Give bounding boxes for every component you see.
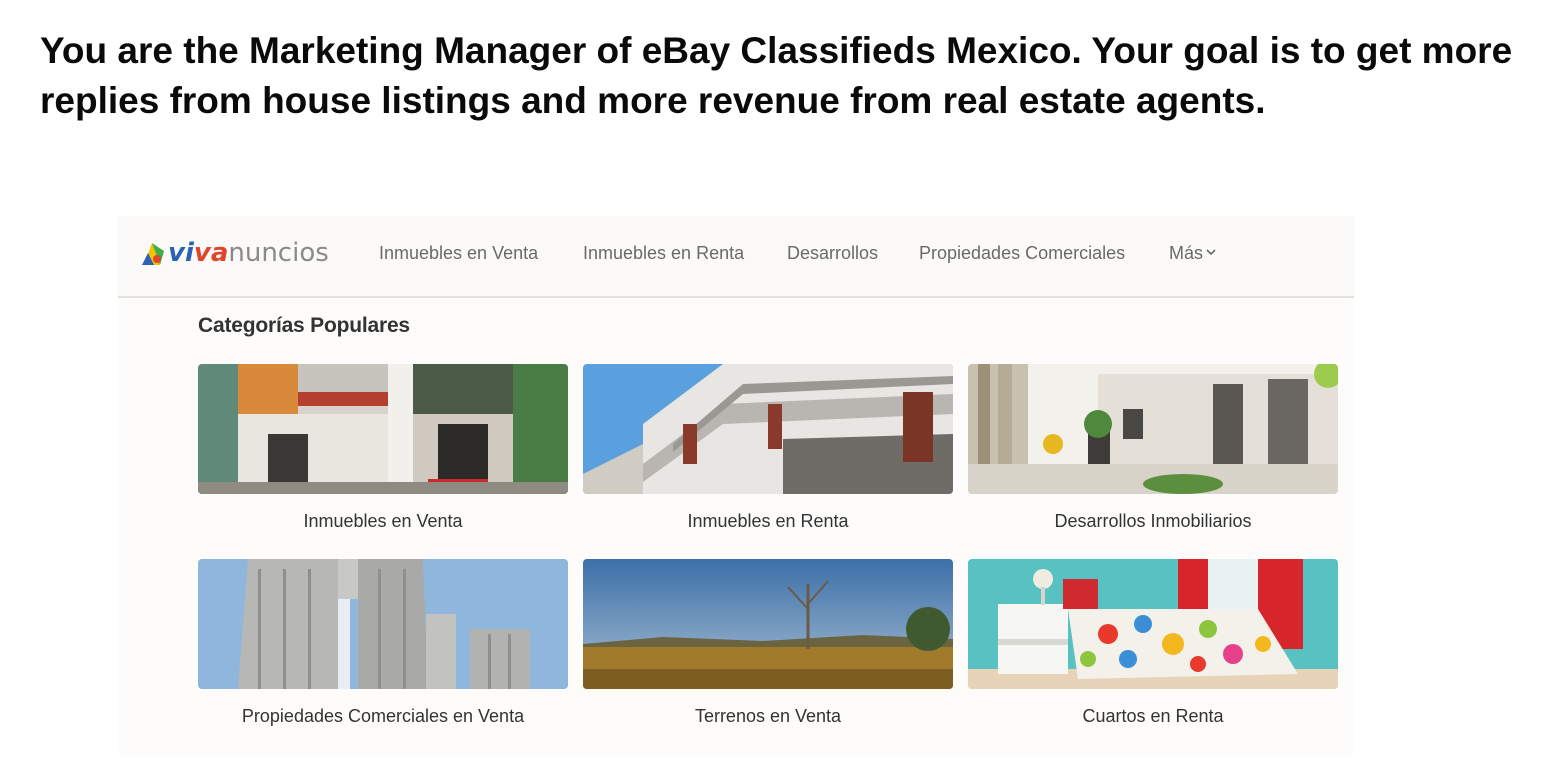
vivanuncios-logo[interactable]: viva nuncios (140, 236, 329, 270)
category-label: Inmuebles en Renta (687, 511, 849, 531)
office-towers-image (198, 559, 568, 689)
logo-text-va: va (193, 238, 229, 268)
category-card-desarrollos[interactable]: Desarrollos Inmobiliarios (968, 364, 1338, 531)
logo-text-viva: viva (168, 238, 228, 268)
nav-desarrollos[interactable]: Desarrollos (787, 243, 878, 264)
nav-mas[interactable]: Más (1169, 243, 1216, 264)
category-label: Inmuebles en Venta (303, 511, 463, 531)
nav-propiedades-comerciales[interactable]: Propiedades Comerciales (919, 243, 1125, 264)
category-label: Desarrollos Inmobiliarios (1054, 511, 1252, 531)
category-label: Terrenos en Venta (694, 706, 842, 726)
category-card-terrenos[interactable]: Terrenos en Venta (583, 559, 953, 726)
residential-courtyard-image (968, 364, 1338, 494)
category-label: Cuartos en Renta (1082, 706, 1224, 726)
top-nav: viva nuncios Inmuebles en Venta Inmuebles… (118, 216, 1354, 298)
colorful-bedroom-image (968, 559, 1338, 689)
chevron-down-icon (1206, 249, 1216, 256)
section-title: Categorías Populares (198, 314, 410, 337)
slide-heading: You are the Marketing Manager of eBay Cl… (40, 30, 1513, 121)
logo-mark-icon (142, 243, 164, 265)
apartment-balconies-image (583, 364, 953, 494)
website-screenshot: viva nuncios Inmuebles en Venta Inmuebles… (118, 216, 1354, 756)
logo-text-vi: vi (168, 238, 194, 268)
category-card-inmuebles-venta[interactable]: Inmuebles en Venta (198, 364, 568, 531)
nav-inmuebles-venta[interactable]: Inmuebles en Venta (379, 243, 538, 264)
nav-inmuebles-renta[interactable]: Inmuebles en Renta (583, 243, 744, 264)
modern-house-exterior-image (198, 364, 568, 494)
logo-text-nuncios: nuncios (228, 238, 329, 268)
open-field-land-image (583, 559, 953, 689)
category-card-propiedades-comerciales[interactable]: Propiedades Comerciales en Venta (198, 559, 568, 726)
category-card-cuartos[interactable]: Cuartos en Renta (968, 559, 1338, 726)
nav-mas-label: Más (1169, 243, 1204, 263)
category-label: Propiedades Comerciales en Venta (241, 706, 525, 726)
category-card-inmuebles-renta[interactable]: Inmuebles en Renta (583, 364, 953, 531)
